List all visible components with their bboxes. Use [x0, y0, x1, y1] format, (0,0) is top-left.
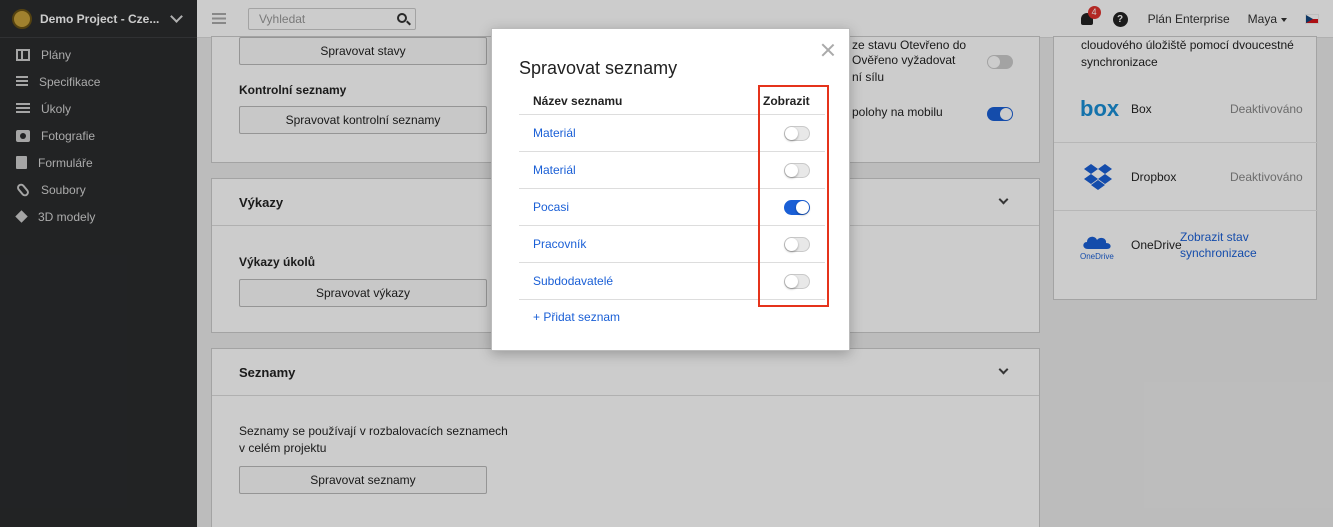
close-icon[interactable] — [821, 43, 835, 57]
add-list-link[interactable]: + Přidat seznam — [533, 310, 620, 324]
modal-title: Spravovat seznamy — [519, 58, 678, 78]
column-header-name: Název seznamu — [533, 94, 623, 108]
highlight-box — [758, 85, 829, 307]
